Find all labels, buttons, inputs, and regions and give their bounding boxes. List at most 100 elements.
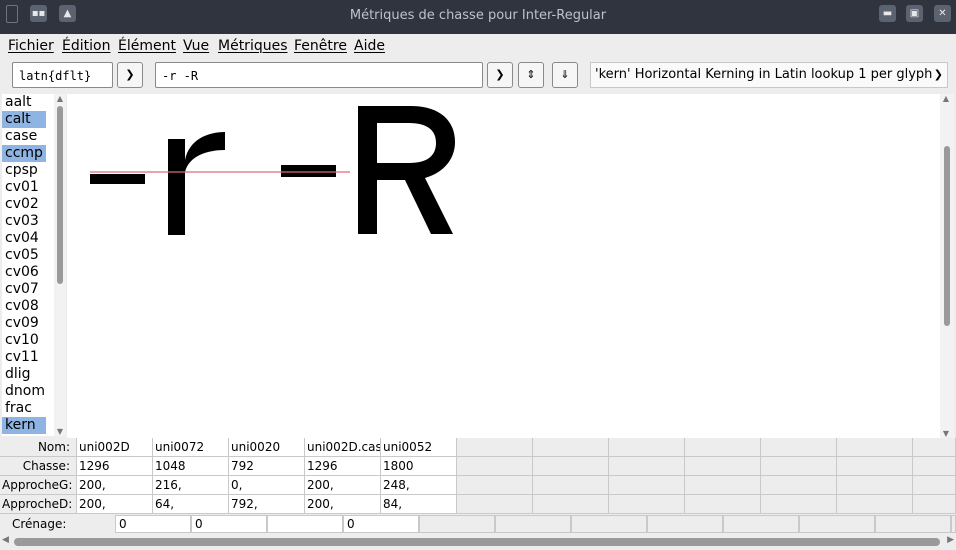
next-word-button[interactable]: ⇓: [552, 62, 578, 88]
empty-cell: [533, 438, 609, 457]
feature-item-cv07[interactable]: cv07: [2, 281, 46, 298]
empty-cell: [457, 438, 533, 457]
text-input[interactable]: -r -R: [155, 62, 483, 88]
feature-item-dlig[interactable]: dlig: [2, 366, 46, 383]
script-lang-field[interactable]: latn{dflt}: [12, 62, 113, 88]
feature-item-cv10[interactable]: cv10: [2, 332, 46, 349]
empty-cell: [457, 476, 533, 495]
feature-list-scrollbar[interactable]: ▲ ▼: [54, 94, 66, 436]
menu-fenetre[interactable]: Fenêtre: [294, 38, 347, 54]
feature-item-dnom[interactable]: dnom: [2, 383, 46, 400]
metric-advance-cell[interactable]: 1296: [77, 457, 153, 476]
metric-rsb-cell[interactable]: 200,: [77, 495, 153, 514]
glyph-hyphen-case[interactable]: [281, 165, 336, 177]
feature-item-cv02[interactable]: cv02: [2, 196, 46, 213]
script-dropdown-button[interactable]: ❯: [117, 62, 143, 88]
metric-rsb-cell[interactable]: 84,: [381, 495, 457, 514]
feature-item-cv04[interactable]: cv04: [2, 230, 46, 247]
kerning-field[interactable]: [267, 515, 343, 533]
empty-cell: [495, 515, 571, 533]
metric-rsb-cell[interactable]: 792,: [229, 495, 305, 514]
maximize-icon[interactable]: ▣: [906, 5, 923, 22]
metric-name-cell[interactable]: uni0052: [381, 438, 457, 457]
metric-advance-cell[interactable]: 1296: [305, 457, 381, 476]
empty-cell: [571, 515, 647, 533]
kerning-field[interactable]: 0: [191, 515, 267, 533]
scroll-right-icon[interactable]: ▶: [947, 535, 954, 545]
feature-list[interactable]: aalt calt case ccmp cpsp cv01 cv02 cv03 cv04 cv05…: [2, 94, 54, 436]
minimize-icon[interactable]: ▬: [879, 5, 896, 22]
metric-advance-cell[interactable]: 1800: [381, 457, 457, 476]
empty-cell: [609, 438, 685, 457]
empty-cell: [761, 476, 837, 495]
menu-fichier[interactable]: Fichier: [8, 38, 54, 54]
horizontal-scrollbar[interactable]: ◀ ▶: [0, 535, 956, 550]
scrollbar-thumb[interactable]: [57, 106, 63, 284]
feature-item-ccmp[interactable]: ccmp: [2, 145, 46, 162]
metric-name-cell[interactable]: uni002D: [77, 438, 153, 457]
metric-lsb-cell[interactable]: 0,: [229, 476, 305, 495]
feature-item-cv06[interactable]: cv06: [2, 264, 46, 281]
empty-cell: [761, 457, 837, 476]
feature-item-kern[interactable]: kern: [2, 417, 46, 434]
scroll-up-icon[interactable]: ▲: [940, 94, 952, 103]
metric-name-cell[interactable]: uni0020: [229, 438, 305, 457]
feature-item-cv03[interactable]: cv03: [2, 213, 46, 230]
feature-item-cv09[interactable]: cv09: [2, 315, 46, 332]
close-icon[interactable]: ✕: [934, 5, 951, 22]
empty-cell: [457, 495, 533, 514]
feature-item-cv05[interactable]: cv05: [2, 247, 46, 264]
up-down-arrow-icon: ⇕: [526, 68, 536, 81]
scrollbar-thumb[interactable]: [14, 538, 940, 546]
glyph-r-arm[interactable]: [185, 132, 225, 172]
row-label-rsb: ApprocheD:: [0, 495, 77, 514]
feature-item-cpsp[interactable]: cpsp: [2, 162, 46, 179]
scroll-down-icon[interactable]: ▼: [54, 427, 66, 436]
feature-item-frac[interactable]: frac: [2, 400, 46, 417]
menu-edition[interactable]: Édition: [62, 38, 110, 54]
empty-cell: [609, 476, 685, 495]
empty-cell: [913, 457, 956, 476]
feature-item-cv11[interactable]: cv11: [2, 349, 46, 366]
menu-element[interactable]: Élément: [118, 38, 176, 54]
metric-lsb-cell[interactable]: 200,: [305, 476, 381, 495]
metric-rsb-cell[interactable]: 64,: [153, 495, 229, 514]
menu-bar: Fichier Édition Élément Vue Métriques Fe…: [0, 34, 956, 58]
empty-cell: [685, 495, 761, 514]
feature-item-aalt[interactable]: aalt: [2, 94, 46, 111]
lookup-select[interactable]: 'kern' Horizontal Kerning in Latin looku…: [590, 62, 948, 88]
feature-item-cv01[interactable]: cv01: [2, 179, 46, 196]
scrollbar-thumb[interactable]: [944, 146, 950, 326]
metric-name-cell[interactable]: uni002D.case: [305, 438, 381, 457]
menu-metriques[interactable]: Métriques: [218, 38, 288, 54]
glyph-preview-canvas[interactable]: [67, 94, 940, 438]
metric-advance-cell[interactable]: 1048: [153, 457, 229, 476]
kerning-field[interactable]: 0: [115, 515, 191, 533]
scroll-left-icon[interactable]: ◀: [2, 535, 9, 545]
metric-rsb-cell[interactable]: 200,: [305, 495, 381, 514]
metric-lsb-cell[interactable]: 248,: [381, 476, 457, 495]
empty-cell: [609, 457, 685, 476]
empty-cell: [533, 476, 609, 495]
empty-cell: [761, 495, 837, 514]
glyph-R[interactable]: [358, 106, 455, 234]
feature-item-calt[interactable]: calt: [2, 111, 46, 128]
metric-name-cell[interactable]: uni0072: [153, 438, 229, 457]
previous-word-button[interactable]: ⇕: [518, 62, 544, 88]
text-dropdown-button[interactable]: ❯: [487, 62, 513, 88]
feature-item-cv08[interactable]: cv08: [2, 298, 46, 315]
metric-advance-cell[interactable]: 792: [229, 457, 305, 476]
feature-item-case[interactable]: case: [2, 128, 46, 145]
kerning-field[interactable]: 0: [343, 515, 419, 533]
empty-cell: [533, 495, 609, 514]
menu-aide[interactable]: Aide: [354, 38, 385, 54]
glyph-hyphen[interactable]: [90, 174, 145, 184]
preview-scrollbar[interactable]: ▲ ▼: [940, 94, 954, 438]
menu-vue[interactable]: Vue: [183, 38, 209, 54]
scroll-up-icon[interactable]: ▲: [54, 94, 66, 103]
chevron-down-icon: ❯: [495, 68, 505, 81]
metric-lsb-cell[interactable]: 200,: [77, 476, 153, 495]
glyph-r-stem[interactable]: [168, 139, 185, 235]
metric-lsb-cell[interactable]: 216,: [153, 476, 229, 495]
scroll-down-icon[interactable]: ▼: [940, 429, 952, 438]
